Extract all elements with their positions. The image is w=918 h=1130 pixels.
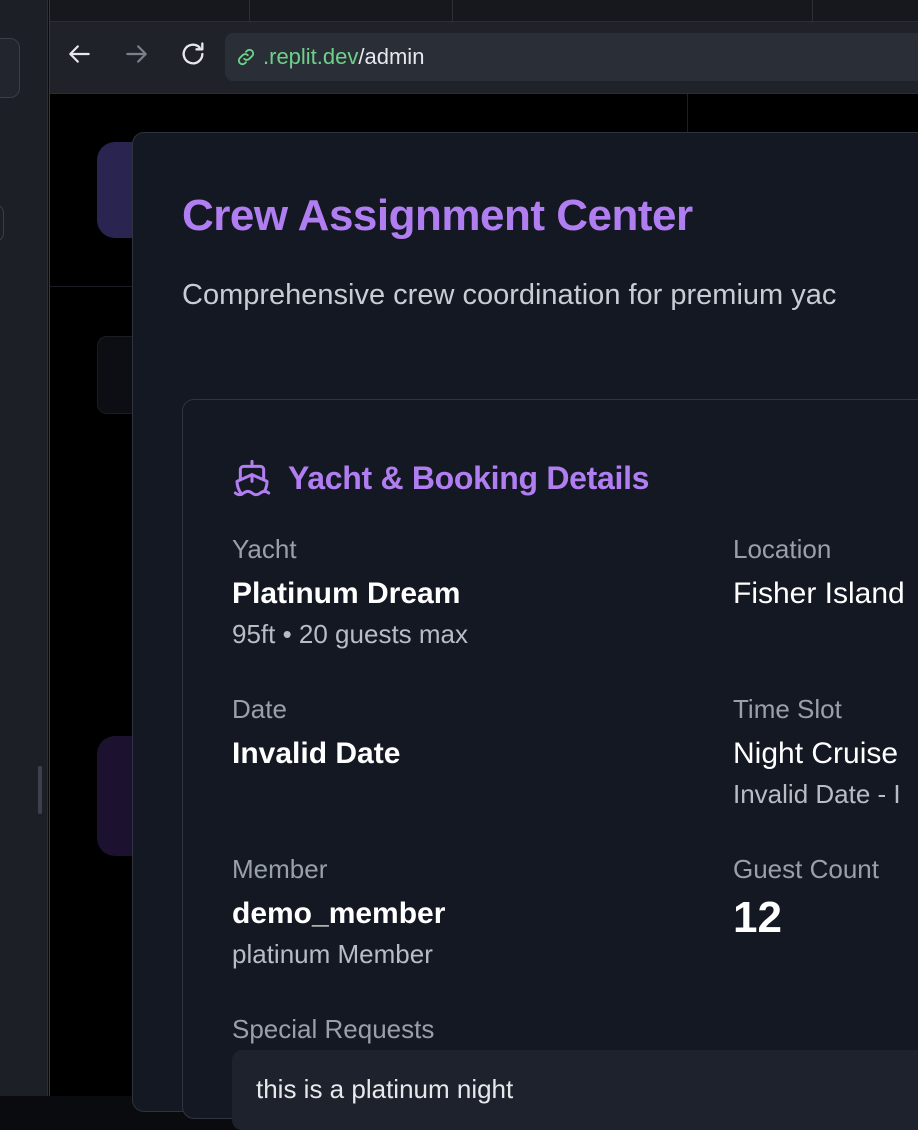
yacht-name: Platinum Dream (232, 577, 461, 610)
ship-icon (233, 459, 271, 497)
forward-button[interactable] (120, 38, 152, 70)
time-slot-range: Invalid Date - I (733, 779, 901, 809)
date-value: Invalid Date (232, 737, 401, 770)
field-label: Date (232, 694, 287, 724)
field-label: Guest Count (733, 854, 879, 884)
url-host: .replit.dev (263, 44, 359, 69)
member-name: demo_member (232, 897, 446, 930)
guest-count-value: 12 (733, 893, 782, 942)
sidebar-toggle[interactable] (0, 204, 4, 242)
back-button[interactable] (64, 38, 96, 70)
field-label: Time Slot (733, 694, 842, 724)
crew-assignment-modal: Crew Assignment Center Comprehensive cre… (132, 132, 918, 1130)
location-field: Location Fisher Island (733, 534, 905, 611)
card-title: Yacht & Booking Details (288, 459, 650, 496)
os-sidebar (0, 0, 48, 1096)
special-requests-text: this is a platinum night (232, 1050, 918, 1130)
time-slot-value: Night Cruise (733, 737, 899, 770)
arrow-left-icon (69, 45, 90, 63)
yacht-specs: 95ft • 20 guests max (232, 619, 469, 649)
divider (687, 94, 688, 134)
field-label: Member (232, 854, 328, 884)
sidebar-button[interactable] (0, 38, 20, 98)
address-bar[interactable]: .replit.dev/admin (225, 33, 918, 81)
tab-separator (452, 0, 453, 22)
member-tier: platinum Member (232, 939, 433, 969)
reload-icon (182, 42, 204, 65)
resize-handle[interactable] (38, 766, 42, 814)
arrow-right-icon (126, 45, 147, 63)
field-label: Location (733, 534, 832, 564)
url-path: /admin (358, 44, 425, 69)
field-label: Yacht (232, 534, 297, 564)
special-requests-field: Special Requests (232, 1014, 434, 1045)
tab-strip (50, 0, 918, 22)
time-slot-field: Time Slot Night Cruise Invalid Date - I (733, 694, 901, 810)
browser-toolbar: .replit.dev/admin (50, 22, 918, 94)
member-field: Member demo_member platinum Member (232, 854, 445, 970)
tab-separator (812, 0, 813, 22)
field-label: Special Requests (232, 1014, 435, 1044)
modal-subtitle: Comprehensive crew coordination for prem… (182, 279, 837, 311)
location-value: Fisher Island (733, 577, 905, 610)
booking-details-card: Yacht & Booking Details Yacht Platinum D… (182, 399, 918, 1130)
link-icon (237, 48, 255, 66)
modal-title: Crew Assignment Center (182, 191, 693, 240)
date-field: Date Invalid Date (232, 694, 400, 771)
reload-button[interactable] (177, 38, 209, 70)
guest-count-field: Guest Count 12 (733, 854, 879, 943)
tab-separator (249, 0, 250, 22)
yacht-field: Yacht Platinum Dream 95ft • 20 guests ma… (232, 534, 468, 650)
card-header: Yacht & Booking Details (232, 458, 649, 498)
